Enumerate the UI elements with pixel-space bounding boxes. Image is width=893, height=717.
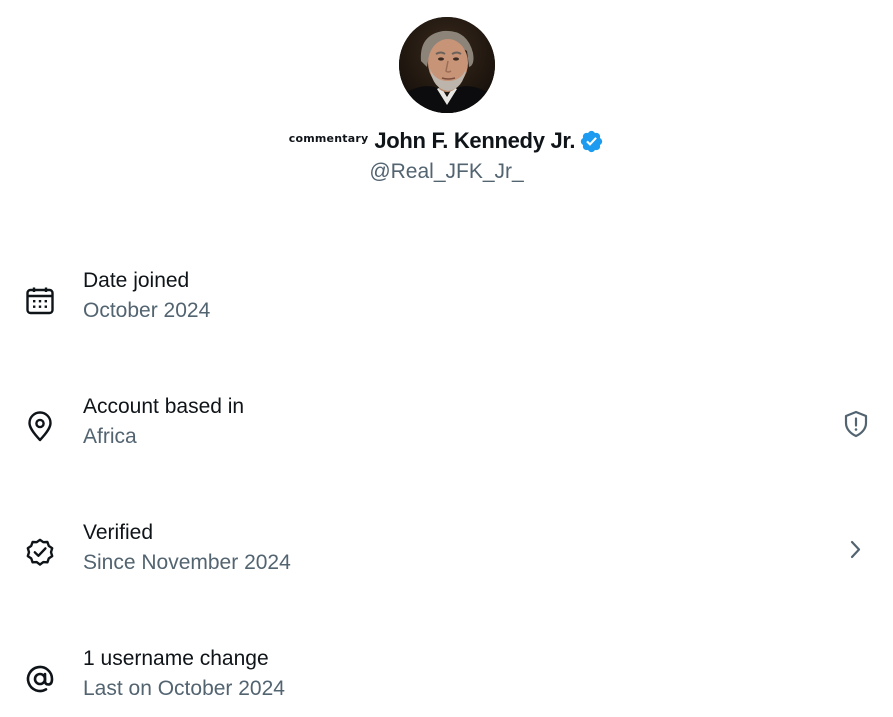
name-row: commentary John F. Kennedy Jr. — [0, 124, 893, 158]
detail-subtitle: Last on October 2024 — [83, 677, 285, 700]
detail-title: Date joined — [83, 269, 190, 292]
verified-badge-icon[interactable] — [579, 129, 604, 154]
shield-alert-icon[interactable] — [841, 409, 871, 439]
detail-subtitle: Africa — [83, 425, 137, 448]
verified-check-icon — [24, 537, 56, 569]
detail-subtitle: Since November 2024 — [83, 551, 291, 574]
detail-title: Account based in — [83, 395, 245, 418]
avatar-image — [399, 17, 495, 113]
detail-subtitle: October 2024 — [83, 299, 211, 322]
detail-row-username-change: 1 username change Last on October 2024 — [0, 646, 893, 716]
detail-row-verified[interactable]: Verified Since November 2024 — [0, 520, 893, 590]
calendar-icon — [24, 285, 56, 317]
location-pin-icon — [24, 411, 56, 443]
name-prefix: commentary — [288, 131, 369, 145]
detail-row-date-joined: Date joined October 2024 — [0, 268, 893, 338]
profile-avatar[interactable] — [399, 17, 495, 113]
detail-title: Verified — [83, 521, 154, 544]
detail-row-account-based-in: Account based in Africa — [0, 394, 893, 464]
profile-handle[interactable]: @Real_JFK_Jr_ — [0, 160, 893, 184]
chevron-right-icon[interactable] — [841, 535, 871, 565]
profile-header: commentary John F. Kennedy Jr. @Real_JFK… — [0, 0, 893, 200]
display-name[interactable]: John F. Kennedy Jr. — [374, 128, 575, 154]
at-sign-icon — [24, 663, 56, 695]
detail-title: 1 username change — [83, 647, 269, 670]
